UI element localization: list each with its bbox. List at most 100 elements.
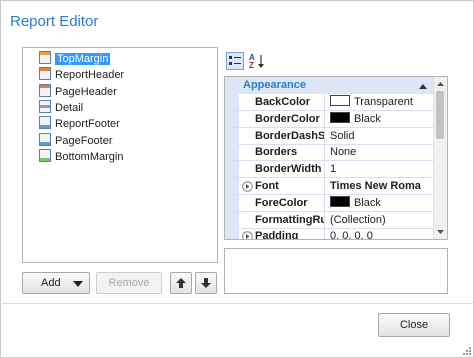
color-swatch xyxy=(330,195,350,207)
row-gutter xyxy=(225,194,239,211)
property-value[interactable]: Transparent xyxy=(327,94,433,110)
band-header-icon xyxy=(39,67,51,81)
resize-grip-icon[interactable] xyxy=(462,346,472,356)
property-value-text: None xyxy=(330,146,357,159)
row-gutter xyxy=(225,178,239,194)
expand-icon[interactable] xyxy=(242,181,253,192)
property-row[interactable]: Font Times New Roma xyxy=(225,178,433,195)
tree-item[interactable]: ReportFooter xyxy=(39,116,120,132)
tree-item[interactable]: ReportHeader xyxy=(39,67,124,83)
band-footer-icon xyxy=(39,116,51,130)
tree-item[interactable]: PageFooter xyxy=(39,132,113,149)
expand-icon[interactable] xyxy=(242,231,253,240)
property-name: Font xyxy=(241,178,325,194)
sort-alphabetical-icon: A Z xyxy=(249,53,264,70)
tree-item[interactable]: Detail xyxy=(39,99,84,116)
scroll-down-icon[interactable] xyxy=(434,227,447,237)
tree-item-label: TopMargin xyxy=(55,53,111,65)
property-name: BorderColor xyxy=(241,110,325,127)
property-row[interactable]: BorderDashSt Solid xyxy=(225,127,433,145)
property-name: BackColor xyxy=(241,94,325,110)
tree-item-label: ReportHeader xyxy=(55,69,125,82)
category-label: Appearance xyxy=(243,79,306,91)
property-name: Padding xyxy=(241,228,325,240)
row-gutter xyxy=(225,110,239,127)
property-row[interactable]: Padding 0, 0, 0, 0 xyxy=(225,228,433,240)
description-pane xyxy=(224,248,448,294)
property-name-text: Padding xyxy=(255,230,299,240)
property-value[interactable]: 0, 0, 0, 0 xyxy=(327,228,433,239)
band-bottom-icon xyxy=(39,148,51,162)
property-name: ForeColor xyxy=(241,194,325,211)
categorized-icon xyxy=(229,56,241,65)
property-value[interactable]: (Collection) xyxy=(327,212,433,228)
tree-item[interactable]: PageHeader xyxy=(39,83,117,100)
row-gutter xyxy=(225,144,239,161)
move-up-button[interactable] xyxy=(170,272,192,294)
property-value-text: Transparent xyxy=(354,96,413,108)
property-grid[interactable]: Appearance BackColor Transparent BorderCol… xyxy=(224,76,448,240)
property-value[interactable]: Black xyxy=(327,195,433,211)
property-name-text: BorderColor xyxy=(255,112,320,125)
property-value-text: (Collection) xyxy=(330,213,386,226)
tree-item-label: Detail xyxy=(55,101,84,114)
property-name: BorderDashSt xyxy=(241,127,325,144)
property-value-text: Black xyxy=(354,196,381,209)
dropdown-arrow-icon xyxy=(73,281,83,287)
property-name-text: FormattingRu xyxy=(255,213,325,226)
property-value-text: 1 xyxy=(330,163,337,176)
property-value[interactable]: Times New Roma xyxy=(327,178,433,194)
tree-item-label: ReportFooter xyxy=(55,118,120,131)
band-tree[interactable]: TopMargin ReportHeader PageHeader Detail Rep… xyxy=(22,47,218,263)
scroll-up-icon[interactable] xyxy=(434,79,447,89)
color-swatch xyxy=(330,111,350,123)
close-button[interactable]: Close xyxy=(378,313,450,337)
property-row[interactable]: ForeColor Black xyxy=(225,194,433,212)
property-row[interactable]: BackColor Transparent xyxy=(225,94,433,111)
tree-item-label: PageHeader xyxy=(55,85,117,98)
property-name-text: Borders xyxy=(255,146,298,159)
property-value[interactable]: Solid xyxy=(327,128,433,144)
property-value-text: Black xyxy=(354,112,381,125)
property-value[interactable]: 1 xyxy=(327,161,433,177)
row-gutter xyxy=(225,228,239,239)
remove-button[interactable]: Remove xyxy=(96,272,162,294)
collapse-chevron-icon[interactable] xyxy=(419,83,427,89)
grid-scrollbar[interactable] xyxy=(433,77,447,239)
row-gutter xyxy=(225,127,239,144)
property-name-text: BorderWidth xyxy=(255,163,322,176)
arrow-up-icon xyxy=(176,278,186,288)
row-gutter xyxy=(225,161,239,178)
category-row[interactable]: Appearance xyxy=(225,77,433,94)
scroll-thumb[interactable] xyxy=(436,91,444,139)
property-name-text: Font xyxy=(255,180,279,192)
property-row[interactable]: BorderColor Black xyxy=(225,110,433,128)
property-name: BorderWidth xyxy=(241,161,325,178)
property-name-text: BackColor xyxy=(255,96,311,108)
tree-item[interactable]: TopMargin xyxy=(39,51,111,67)
add-button-label: Add xyxy=(41,277,61,289)
property-value[interactable]: Black xyxy=(327,111,433,127)
arrow-down-icon xyxy=(201,278,211,288)
remove-button-label: Remove xyxy=(108,277,150,289)
property-row[interactable]: BorderWidth 1 xyxy=(225,161,433,179)
color-swatch xyxy=(330,95,350,106)
property-row[interactable]: FormattingRu (Collection) xyxy=(225,211,433,229)
property-row[interactable]: Borders None xyxy=(225,144,433,162)
move-down-button[interactable] xyxy=(195,272,217,294)
tree-item[interactable]: BottomMargin xyxy=(39,148,124,165)
categorized-view-button[interactable] xyxy=(226,52,244,70)
tree-item-label: PageFooter xyxy=(55,134,113,147)
band-top-icon xyxy=(39,51,51,64)
row-gutter xyxy=(225,94,239,110)
alphabetical-view-button[interactable]: A Z xyxy=(248,52,266,70)
add-button[interactable]: Add xyxy=(22,272,90,294)
footer-divider xyxy=(0,303,474,304)
property-name: FormattingRu xyxy=(241,211,325,228)
tree-item-label: BottomMargin xyxy=(55,150,124,163)
property-name-text: BorderDashSt xyxy=(255,129,325,142)
property-value[interactable]: None xyxy=(327,144,433,160)
property-name-text: ForeColor xyxy=(255,196,308,209)
band-footer-icon xyxy=(39,132,51,146)
band-header-icon xyxy=(39,83,51,97)
